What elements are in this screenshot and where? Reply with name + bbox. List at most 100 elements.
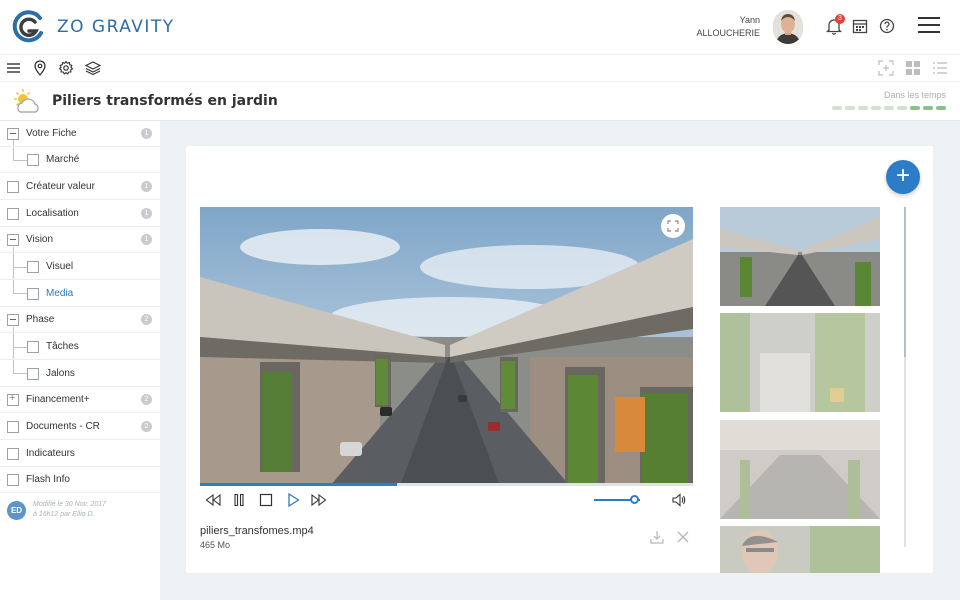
thumbnail-image: [720, 420, 880, 519]
sidebar-item-label: Documents - CR: [26, 421, 100, 432]
timing-segment: [923, 106, 933, 110]
sidebar-item-label: Créateur valeur: [26, 181, 95, 192]
thumbnail-scrollbar-handle[interactable]: [904, 207, 906, 357]
stop-icon[interactable]: [258, 492, 274, 508]
layers-icon[interactable]: [84, 60, 102, 76]
sidebar-item-votre-fiche[interactable]: Votre Fiche 1: [0, 121, 160, 147]
media-thumbnail-2[interactable]: [720, 313, 880, 412]
sidebar-item-label: Indicateurs: [26, 448, 75, 459]
gravity-logo-icon[interactable]: [10, 9, 46, 45]
toolbar: [0, 54, 960, 81]
list-icon[interactable]: [932, 60, 948, 76]
media-thumbnail-3[interactable]: [720, 420, 880, 519]
sidebar-item-documents-cr[interactable]: Documents - CR 2: [0, 414, 160, 440]
volume-icon[interactable]: [671, 492, 687, 508]
grid-icon[interactable]: [905, 60, 921, 76]
thumbnail-image: [720, 207, 880, 306]
timing-segment: [910, 106, 920, 110]
avatar[interactable]: [773, 10, 803, 44]
user-name[interactable]: Yann ALLOUCHERIE: [696, 14, 760, 40]
sidebar-item-label: Phase: [26, 314, 55, 325]
item-checkbox[interactable]: [7, 421, 19, 433]
close-icon[interactable]: [675, 529, 691, 545]
menu-icon[interactable]: [6, 60, 22, 76]
collapse-toggle[interactable]: [7, 314, 19, 326]
timing-segment: [884, 106, 894, 110]
item-checkbox[interactable]: [7, 181, 19, 193]
item-checkbox[interactable]: [7, 474, 19, 486]
top-header: ZO GRAVITY Yann ALLOUCHERIE 3: [0, 0, 960, 54]
count-badge: 2: [141, 394, 152, 405]
sidebar-item-media[interactable]: Media: [0, 281, 160, 307]
timing-segment: [897, 106, 907, 110]
fullscreen-icon: [667, 220, 679, 232]
sidebar-item-label: Media: [46, 288, 74, 299]
item-checkbox[interactable]: [27, 368, 39, 380]
last-modified-author: à 16h12 par Ellio D.: [33, 511, 95, 518]
timing-segment: [858, 106, 868, 110]
fast-forward-icon[interactable]: [311, 492, 327, 508]
video-player[interactable]: [200, 207, 693, 486]
video-frame: [200, 207, 693, 486]
calendar-icon[interactable]: [851, 17, 869, 35]
sidebar-item-label: Visuel: [46, 261, 74, 272]
sidebar-item-flash-info[interactable]: Flash Info: [0, 467, 160, 493]
focus-icon[interactable]: [878, 60, 894, 76]
media-file-name: piliers_transfomes.mp4: [200, 525, 314, 537]
sidebar-item-vision[interactable]: Vision 1: [0, 227, 160, 253]
thumbnail-scrollbar[interactable]: [904, 207, 906, 547]
item-checkbox[interactable]: [7, 448, 19, 460]
player-controls: [200, 486, 693, 514]
count-badge: 1: [141, 234, 152, 245]
timing-segment: [832, 106, 842, 110]
sidebar-item-label: Tâches: [46, 341, 79, 352]
user-last-name: ALLOUCHERIE: [696, 28, 760, 38]
sidebar-item-label: Vision: [26, 234, 54, 245]
sidebar-item-label: Localisation: [26, 208, 79, 219]
help-icon[interactable]: [878, 17, 896, 35]
pause-icon[interactable]: [231, 492, 247, 508]
rewind-icon[interactable]: [205, 492, 221, 508]
page-title: Piliers transformés en jardin: [52, 93, 278, 109]
sidebar-item-phase[interactable]: Phase 2: [0, 307, 160, 333]
location-pin-icon[interactable]: [32, 60, 48, 77]
download-icon[interactable]: [649, 529, 665, 545]
item-checkbox[interactable]: [27, 341, 39, 353]
sidebar-item-createur-valeur[interactable]: Créateur valeur 1: [0, 174, 160, 200]
sidebar-item-jalons[interactable]: Jalons: [0, 361, 160, 387]
expand-toggle[interactable]: [7, 392, 19, 406]
sidebar-item-visuel[interactable]: Visuel: [0, 254, 160, 280]
timing-segment: [871, 106, 881, 110]
item-checkbox[interactable]: [27, 288, 39, 300]
settings-icon[interactable]: [58, 60, 74, 76]
collapse-toggle[interactable]: [7, 128, 19, 140]
count-badge: 1: [141, 128, 152, 139]
sidebar-item-marche[interactable]: Marché: [0, 147, 160, 173]
media-thumbnail-1[interactable]: [720, 207, 880, 306]
fullscreen-button[interactable]: [661, 214, 685, 238]
sidebar-item-indicateurs[interactable]: Indicateurs: [0, 441, 160, 467]
add-media-button[interactable]: +: [886, 160, 920, 194]
media-file-size: 465 Mo: [200, 540, 231, 550]
sidebar-item-financement[interactable]: Financement+ 2: [0, 387, 160, 413]
collapse-toggle[interactable]: [7, 234, 19, 246]
notification-badge: 3: [835, 14, 845, 24]
item-checkbox[interactable]: [27, 154, 39, 166]
count-badge: 1: [141, 181, 152, 192]
media-thumbnail-4[interactable]: [720, 526, 880, 573]
volume-slider-handle[interactable]: [630, 495, 640, 504]
item-checkbox[interactable]: [27, 261, 39, 273]
last-modified-note: Modifié le 30 Nov. 2017 à 16h12 par Elli…: [33, 500, 106, 520]
sidebar-item-label: Financement+: [26, 394, 90, 405]
play-icon[interactable]: [285, 492, 301, 508]
main-menu-icon[interactable]: [918, 17, 940, 33]
timing-segment: [845, 106, 855, 110]
timing-status-label: Dans les temps: [883, 90, 946, 100]
item-checkbox[interactable]: [7, 208, 19, 220]
count-badge: 2: [141, 314, 152, 325]
partly-sunny-weather-icon: [14, 89, 39, 113]
sidebar-item-taches[interactable]: Tâches: [0, 334, 160, 360]
sidebar-item-label: Marché: [46, 154, 80, 165]
sidebar-item-localisation[interactable]: Localisation 1: [0, 201, 160, 227]
project-title-bar: Piliers transformés en jardin Dans les t…: [0, 81, 960, 121]
